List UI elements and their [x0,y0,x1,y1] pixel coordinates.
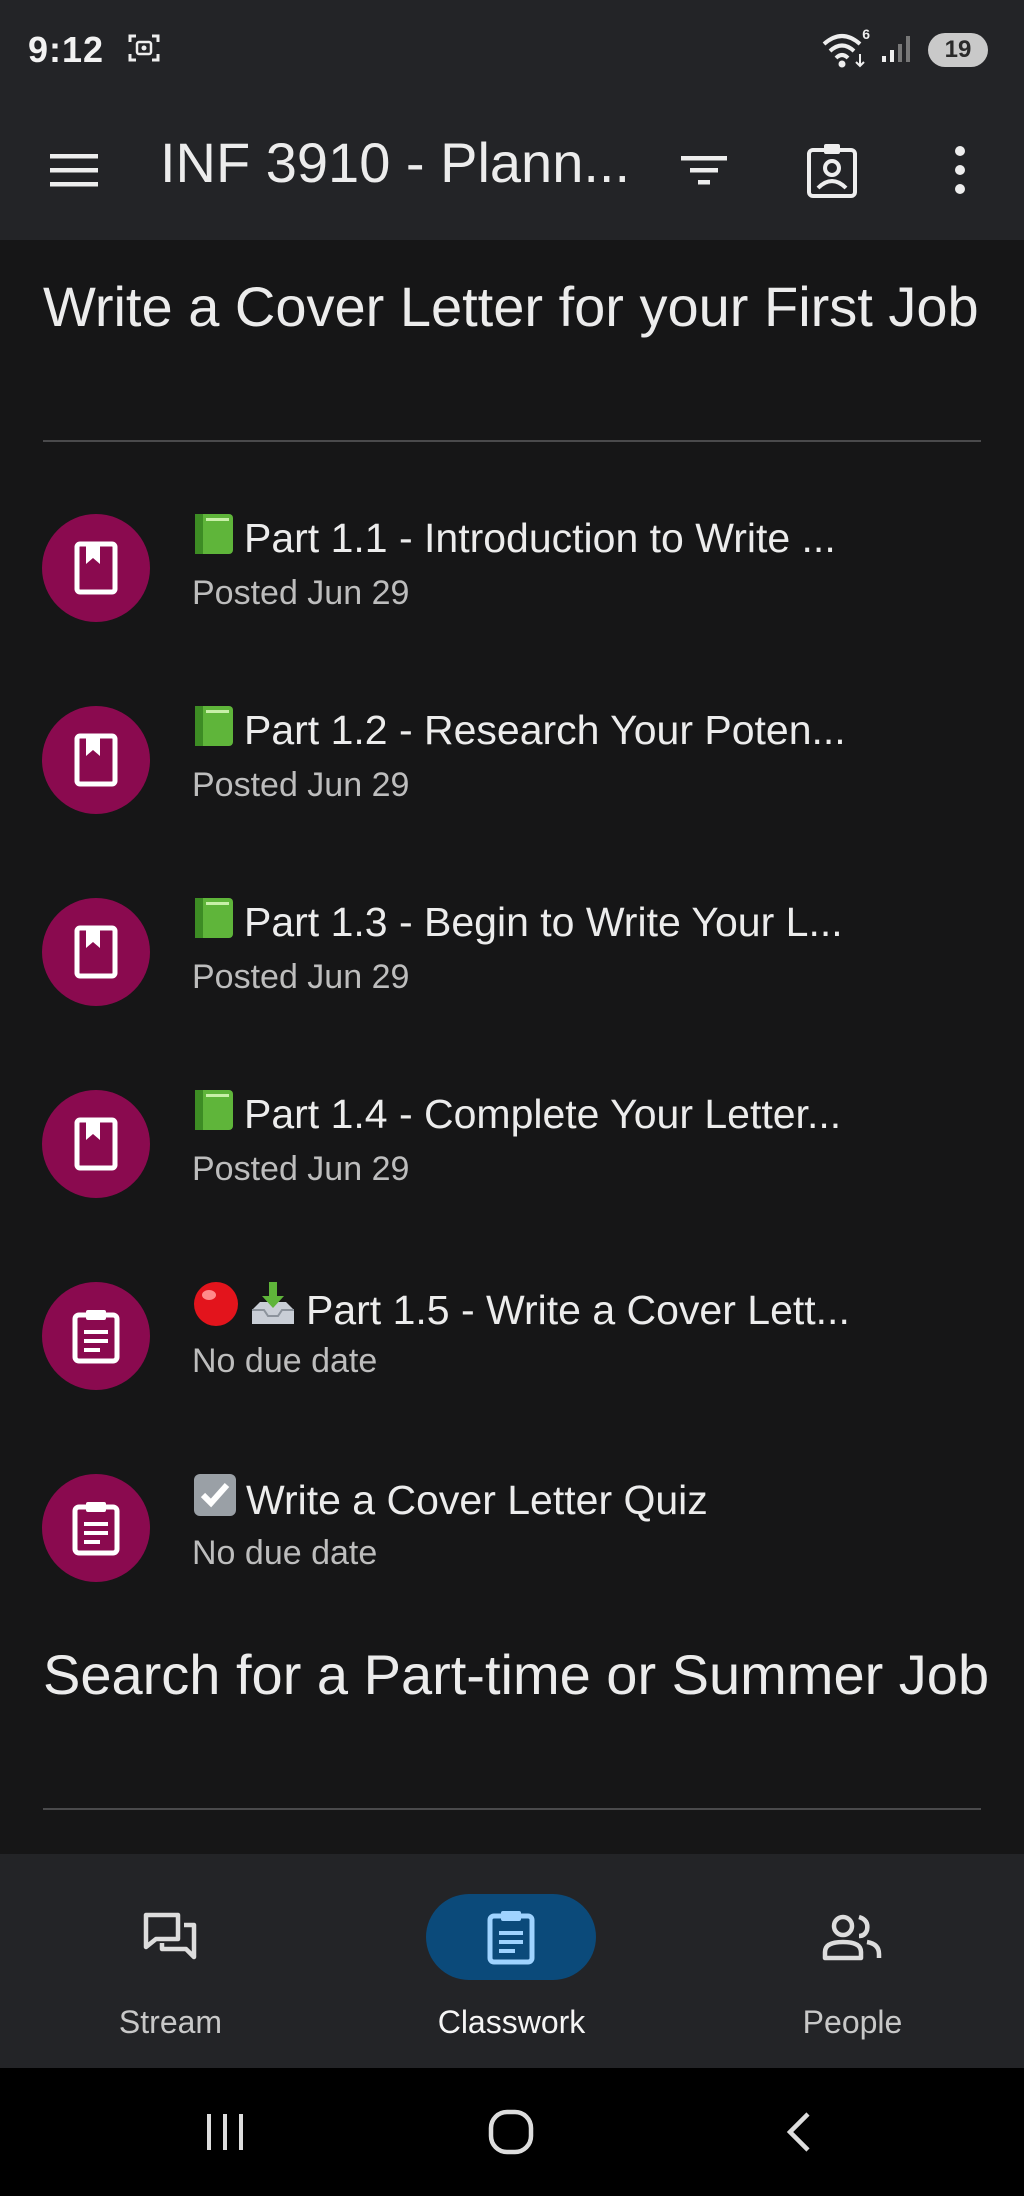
list-item[interactable]: Write a Cover Letter Quiz No due date [0,1452,1024,1622]
assignment-icon [42,1282,150,1390]
item-subtitle: No due date [192,1534,378,1572]
nav-classwork[interactable]: Classwork [341,1854,682,2068]
more-vert-icon[interactable] [920,130,1000,210]
system-navigation-bar [0,2068,1024,2196]
list-item[interactable]: Part 1.3 - Begin to Write Your L... Post… [0,876,1024,1046]
list-item[interactable]: Part 1.5 - Write a Cover Lett... No due … [0,1260,1024,1430]
wifi-icon: 6 [820,26,870,70]
green-book-icon [192,1088,236,1142]
check-box-icon [192,1472,238,1528]
green-book-icon [192,896,236,950]
red-circle-icon [192,1280,240,1338]
item-title: Write a Cover Letter Quiz [246,1477,708,1523]
screenshot-icon [126,30,162,71]
green-book-icon [192,512,236,566]
wifi-badge: 6 [862,26,870,42]
item-title: Part 1.3 - Begin to Write Your L... [244,899,843,945]
material-icon [42,514,150,622]
list-item[interactable]: Part 1.1 - Introduction to Write ... Pos… [0,492,1024,662]
status-bar: 9:12 6 19 [0,0,1024,100]
classroom-badge-icon[interactable] [792,130,872,210]
battery-indicator: 19 [928,33,988,67]
item-title: Part 1.1 - Introduction to Write ... [244,515,836,561]
nav-label: Classwork [437,2004,586,2040]
recent-apps-icon[interactable] [165,2096,285,2168]
item-subtitle: Posted Jun 29 [192,958,410,996]
item-title: Part 1.4 - Complete Your Letter... [244,1091,842,1137]
item-subtitle: No due date [192,1342,378,1380]
back-icon[interactable] [738,2096,858,2168]
nav-people[interactable]: People [682,1854,1023,2068]
item-subtitle: Posted Jun 29 [192,574,410,612]
assignment-icon [42,1474,150,1582]
green-book-icon [192,704,236,758]
material-icon [42,1090,150,1198]
nav-label: People [802,2004,903,2040]
menu-icon[interactable] [34,130,114,210]
inbox-tray-icon [248,1280,298,1338]
section-divider [43,440,981,442]
nav-stream[interactable]: Stream [0,1854,341,2068]
nav-label: Stream [118,2004,223,2040]
stream-icon [85,1894,255,1980]
status-time: 9:12 [28,29,105,70]
section-title: Write a Cover Letter for your First Job [43,275,979,338]
app-bar: INF 3910 - Plann... [0,100,1024,240]
material-icon [42,898,150,1006]
material-icon [42,706,150,814]
home-icon[interactable] [451,2096,571,2168]
item-subtitle: Posted Jun 29 [192,1150,410,1188]
list-item[interactable]: Part 1.4 - Complete Your Letter... Poste… [0,1068,1024,1238]
filter-icon[interactable] [664,130,744,210]
page-title: INF 3910 - Plann... [160,131,631,194]
list-item[interactable]: Part 1.2 - Research Your Poten... Posted… [0,684,1024,854]
section-divider [43,1808,981,1810]
people-icon [767,1894,937,1980]
classwork-icon [426,1894,596,1980]
item-subtitle: Posted Jun 29 [192,766,410,804]
item-title: Part 1.5 - Write a Cover Lett... [306,1287,850,1333]
item-title: Part 1.2 - Research Your Poten... [244,707,846,753]
signal-icon [880,32,916,69]
section-title: Search for a Part-time or Summer Job [43,1643,990,1706]
bottom-navigation: Stream Classwork People [0,1854,1024,2068]
